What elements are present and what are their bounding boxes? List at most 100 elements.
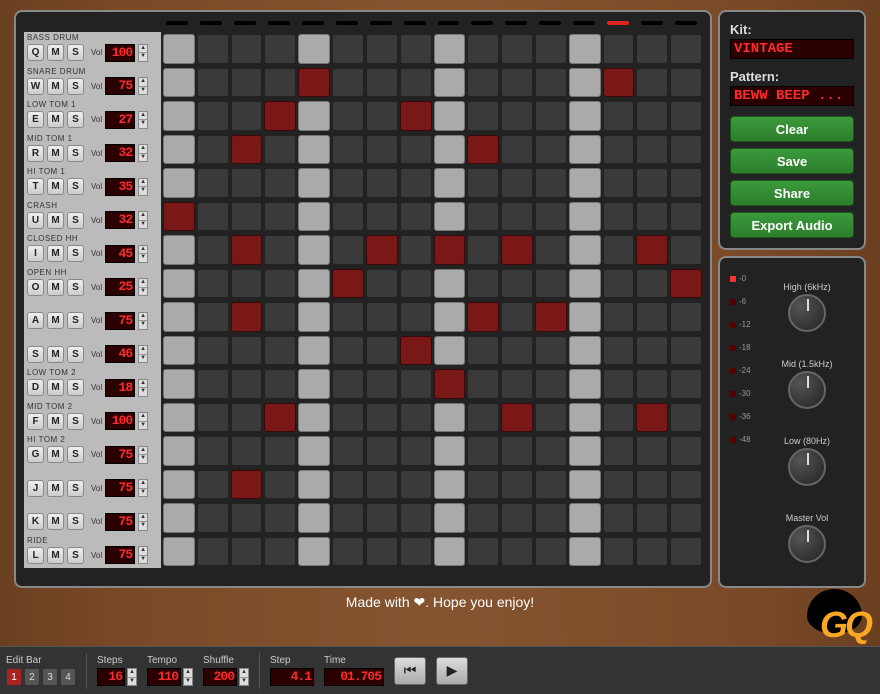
step-cell[interactable] [332, 34, 364, 64]
vol-display[interactable]: 27 [105, 111, 135, 129]
step-cell[interactable] [231, 403, 263, 433]
step-cell[interactable] [197, 101, 229, 131]
step-cell[interactable] [332, 302, 364, 332]
step-cell[interactable] [298, 470, 330, 500]
step-cell[interactable] [636, 403, 668, 433]
step-cell[interactable] [298, 34, 330, 64]
tempo-display[interactable]: 110 [147, 668, 181, 686]
step-cell[interactable] [569, 503, 601, 533]
step-cell[interactable] [231, 101, 263, 131]
track-key-button[interactable]: R [27, 145, 44, 162]
mute-button[interactable]: M [47, 413, 64, 430]
step-cell[interactable] [467, 503, 499, 533]
step-cell[interactable] [535, 68, 567, 98]
step-cell[interactable] [400, 537, 432, 567]
step-cell[interactable] [434, 34, 466, 64]
step-cell[interactable] [231, 68, 263, 98]
step-cell[interactable] [501, 436, 533, 466]
step-cell[interactable] [231, 135, 263, 165]
step-cell[interactable] [603, 135, 635, 165]
vol-spinner[interactable]: ▲▼ [138, 178, 148, 196]
vol-display[interactable]: 32 [105, 144, 135, 162]
vol-display[interactable]: 75 [105, 77, 135, 95]
step-cell[interactable] [264, 168, 296, 198]
step-cell[interactable] [603, 269, 635, 299]
step-cell[interactable] [231, 34, 263, 64]
step-cell[interactable] [298, 269, 330, 299]
vol-spinner[interactable]: ▲▼ [138, 479, 148, 497]
step-cell[interactable] [636, 101, 668, 131]
step-cell[interactable] [603, 537, 635, 567]
vol-spinner[interactable]: ▲▼ [138, 278, 148, 296]
track-key-button[interactable]: L [27, 547, 44, 564]
mute-button[interactable]: M [47, 312, 64, 329]
step-cell[interactable] [501, 34, 533, 64]
step-cell[interactable] [197, 336, 229, 366]
step-cell[interactable] [467, 470, 499, 500]
track-key-button[interactable]: O [27, 279, 44, 296]
step-cell[interactable] [535, 436, 567, 466]
step-cell[interactable] [197, 503, 229, 533]
step-cell[interactable] [434, 68, 466, 98]
step-cell[interactable] [569, 101, 601, 131]
step-cell[interactable] [670, 101, 702, 131]
step-cell[interactable] [332, 135, 364, 165]
step-cell[interactable] [670, 403, 702, 433]
track-key-button[interactable]: U [27, 212, 44, 229]
step-cell[interactable] [264, 537, 296, 567]
track-key-button[interactable]: Q [27, 44, 44, 61]
step-cell[interactable] [366, 403, 398, 433]
step-cell[interactable] [636, 202, 668, 232]
step-cell[interactable] [264, 68, 296, 98]
step-cell[interactable] [366, 470, 398, 500]
step-cell[interactable] [298, 168, 330, 198]
step-cell[interactable] [298, 101, 330, 131]
mute-button[interactable]: M [47, 245, 64, 262]
step-cell[interactable] [163, 537, 195, 567]
step-cell[interactable] [264, 436, 296, 466]
step-cell[interactable] [670, 369, 702, 399]
step-cell[interactable] [467, 369, 499, 399]
step-cell[interactable] [197, 537, 229, 567]
step-cell[interactable] [163, 302, 195, 332]
solo-button[interactable]: S [67, 379, 84, 396]
step-cell[interactable] [197, 269, 229, 299]
kit-display[interactable]: VINTAGE [730, 39, 854, 59]
step-cell[interactable] [264, 403, 296, 433]
step-cell[interactable] [535, 168, 567, 198]
step-cell[interactable] [400, 235, 432, 265]
step-cell[interactable] [636, 336, 668, 366]
step-cell[interactable] [603, 403, 635, 433]
step-cell[interactable] [603, 503, 635, 533]
step-cell[interactable] [670, 34, 702, 64]
mute-button[interactable]: M [47, 44, 64, 61]
mute-button[interactable]: M [47, 178, 64, 195]
step-cell[interactable] [603, 235, 635, 265]
step-cell[interactable] [400, 202, 432, 232]
step-cell[interactable] [366, 436, 398, 466]
tempo-spinner[interactable]: ▲▼ [183, 668, 193, 686]
step-cell[interactable] [163, 403, 195, 433]
vol-spinner[interactable]: ▲▼ [138, 77, 148, 95]
step-cell[interactable] [636, 470, 668, 500]
eq-knob[interactable] [788, 448, 826, 486]
edit-bar-button[interactable]: 4 [60, 668, 76, 686]
step-cell[interactable] [569, 135, 601, 165]
step-cell[interactable] [400, 269, 432, 299]
step-cell[interactable] [569, 369, 601, 399]
step-cell[interactable] [366, 503, 398, 533]
step-cell[interactable] [231, 503, 263, 533]
mute-button[interactable]: M [47, 78, 64, 95]
track-key-button[interactable]: A [27, 312, 44, 329]
step-cell[interactable] [636, 269, 668, 299]
step-cell[interactable] [636, 68, 668, 98]
vol-display[interactable]: 75 [105, 479, 135, 497]
step-cell[interactable] [670, 336, 702, 366]
step-cell[interactable] [603, 470, 635, 500]
steps-display[interactable]: 16 [97, 668, 125, 686]
step-cell[interactable] [535, 34, 567, 64]
step-cell[interactable] [670, 436, 702, 466]
step-cell[interactable] [264, 369, 296, 399]
step-cell[interactable] [467, 68, 499, 98]
step-cell[interactable] [501, 369, 533, 399]
